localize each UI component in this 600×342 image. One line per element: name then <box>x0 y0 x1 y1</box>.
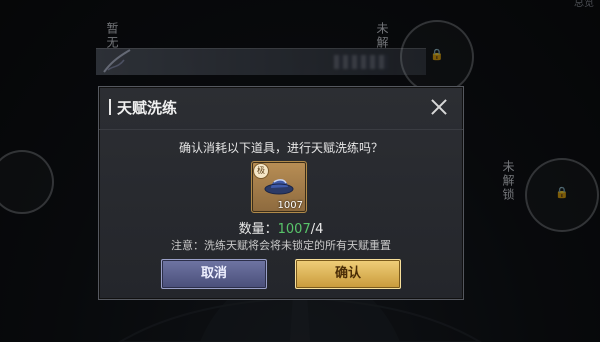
reset-notice: 注意：洗练天赋将会将未锁定的所有天赋重置 <box>171 239 391 252</box>
dialog-title: 天赋洗练 <box>117 99 178 117</box>
title-accent-bar <box>109 99 111 115</box>
item-count: 1007 <box>277 200 303 211</box>
close-icon[interactable] <box>427 95 451 119</box>
cancel-button[interactable]: 取消 <box>161 259 267 289</box>
confirm-prompt: 确认消耗以下道具，进行天赋洗练吗？ <box>178 141 383 155</box>
item-slot[interactable]: 极 1007 <box>251 161 307 213</box>
talent-reroll-dialog: 天赋洗练 确认消耗以下道具，进行天赋洗练吗？ 极 1007 数量：1007/4 … <box>98 86 464 300</box>
hat-icon <box>264 179 294 195</box>
confirm-button[interactable]: 确认 <box>295 259 401 289</box>
quantity-owned: 1007 <box>277 222 311 237</box>
dialog-header: 天赋洗练 <box>99 87 463 130</box>
quantity-required: /4 <box>310 222 324 237</box>
quantity-label: 数量： <box>238 222 278 237</box>
quantity-row: 数量：1007/4 <box>99 218 463 237</box>
